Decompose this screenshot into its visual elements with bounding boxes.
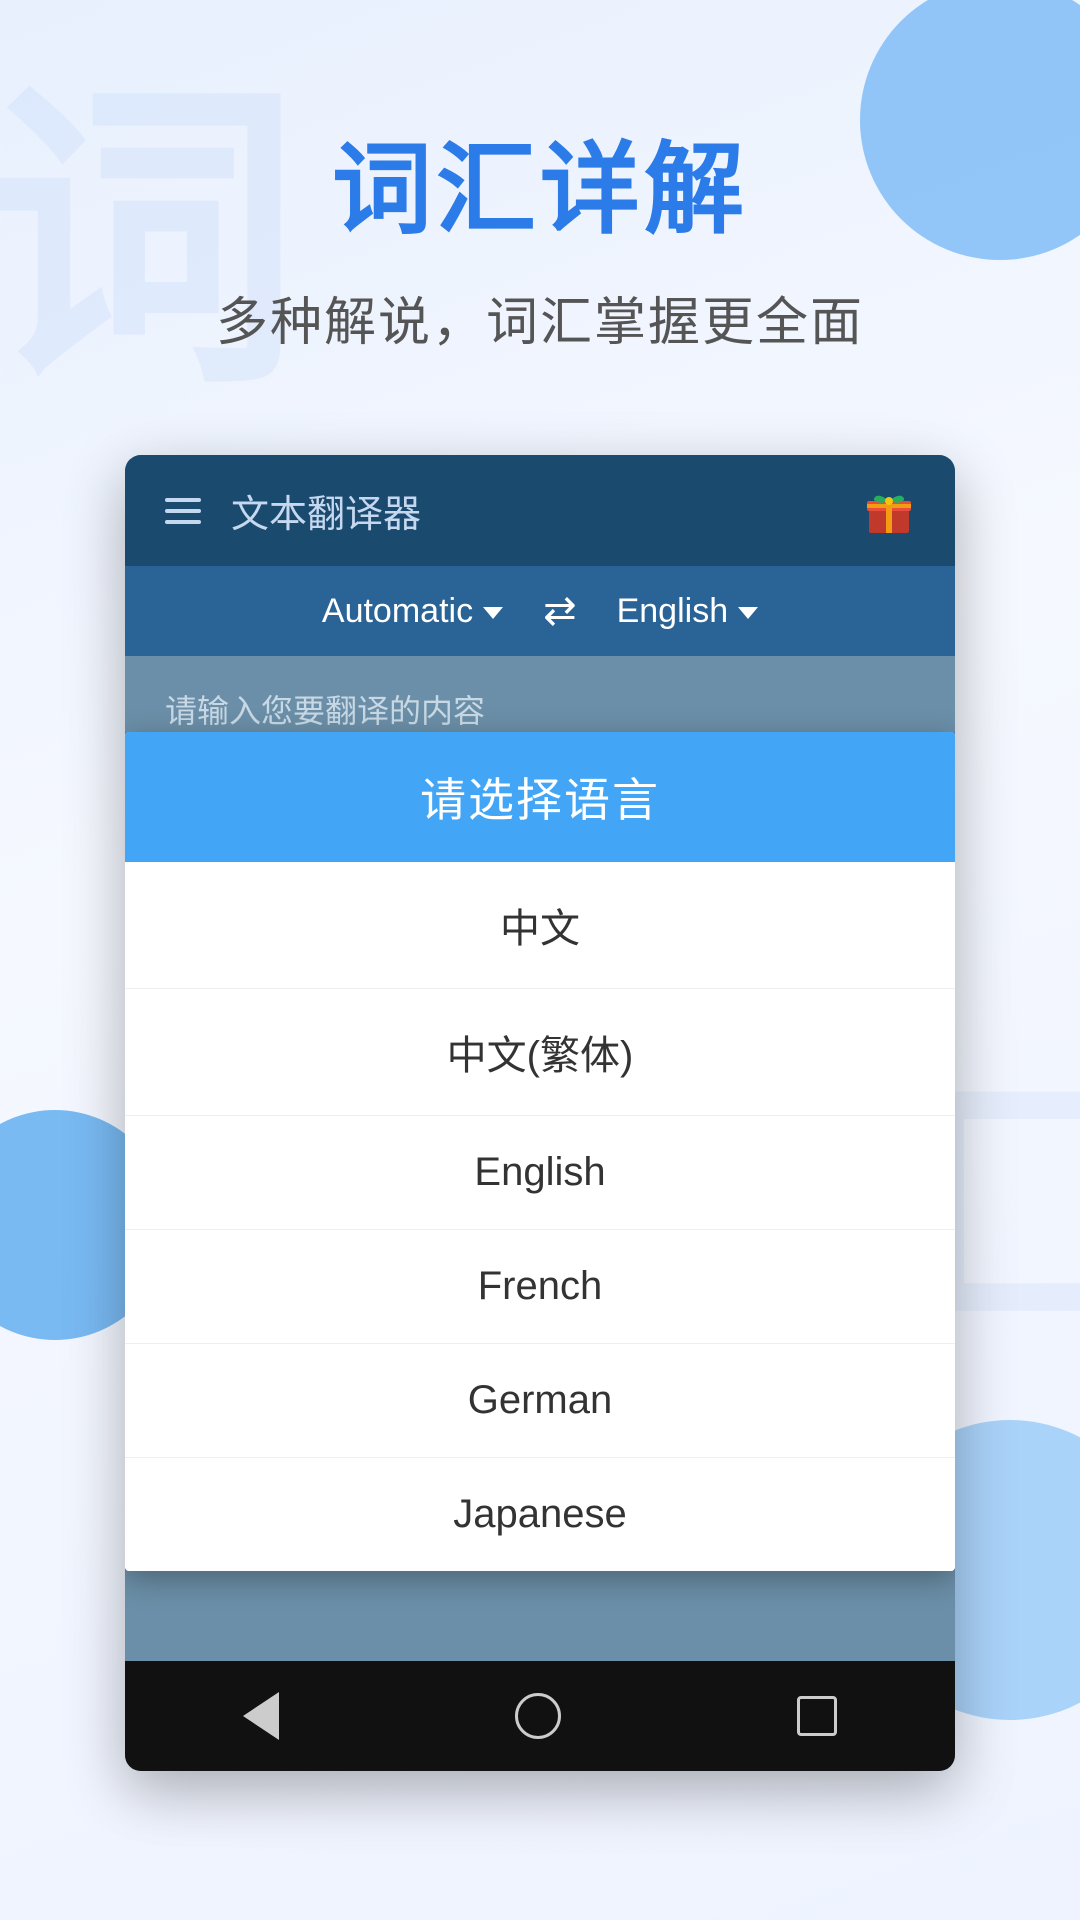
dialog-overlay: 请选择语言 中文中文(繁体)EnglishFrenchGermanJapanes… <box>125 732 955 1571</box>
app-toolbar: 文本翻译器 <box>125 455 955 566</box>
toolbar-title: 文本翻译器 <box>231 483 421 538</box>
nav-bar <box>125 1661 955 1771</box>
page-title: 词汇详解 <box>60 130 1020 250</box>
input-placeholder: 请输入您要翻译的内容 <box>165 693 485 729</box>
dialog-header: 请选择语言 <box>125 732 955 862</box>
swap-icon[interactable]: ⇄ <box>543 588 577 634</box>
page-header: 词汇详解 多种解说，词汇掌握更全面 <box>0 0 1080 415</box>
source-lang-label: Automatic <box>322 592 473 631</box>
dialog-body: 中文中文(繁体)EnglishFrenchGermanJapanese <box>125 862 955 1571</box>
page-subtitle: 多种解说，词汇掌握更全面 <box>60 280 1020 355</box>
dialog-item[interactable]: 中文(繁体) <box>125 989 955 1116</box>
back-button[interactable] <box>243 1692 279 1740</box>
dialog-item[interactable]: 中文 <box>125 862 955 989</box>
app-container: 文本翻译器 Automatic ⇄ English 请输入您要翻译的内容 <box>125 455 955 1771</box>
hamburger-icon[interactable] <box>165 498 201 524</box>
dialog-title: 请选择语言 <box>420 774 660 826</box>
language-dialog: 请选择语言 中文中文(繁体)EnglishFrenchGermanJapanes… <box>125 732 955 1571</box>
dialog-item[interactable]: English <box>125 1116 955 1230</box>
source-lang-chevron-icon <box>483 607 503 619</box>
source-lang-button[interactable]: Automatic <box>322 592 503 631</box>
input-area[interactable]: 请输入您要翻译的内容 <box>125 656 955 732</box>
gift-icon[interactable] <box>863 485 915 537</box>
toolbar-left: 文本翻译器 <box>165 483 421 538</box>
dialog-item[interactable]: Japanese <box>125 1458 955 1571</box>
target-lang-label: English <box>617 592 729 631</box>
home-button[interactable] <box>515 1693 561 1739</box>
recents-button[interactable] <box>797 1696 837 1736</box>
dialog-item[interactable]: French <box>125 1230 955 1344</box>
dialog-item[interactable]: German <box>125 1344 955 1458</box>
lang-selector-bar: Automatic ⇄ English <box>125 566 955 656</box>
target-lang-chevron-icon <box>738 607 758 619</box>
target-lang-button[interactable]: English <box>617 592 759 631</box>
